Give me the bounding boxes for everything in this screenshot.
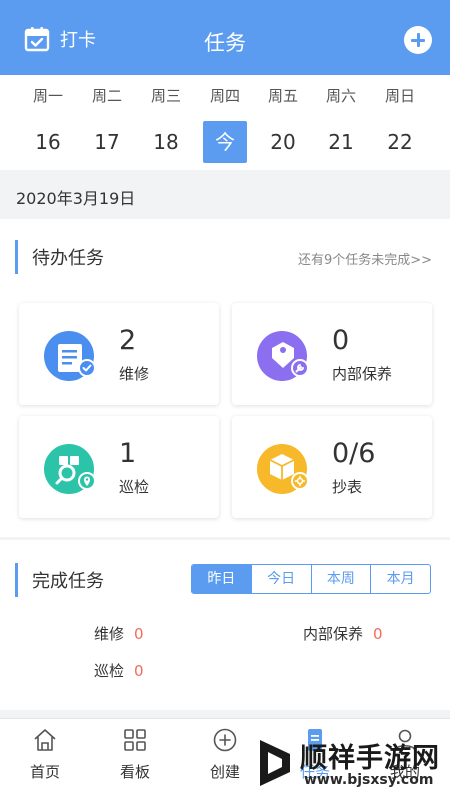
task-card-repair[interactable]: 2 维修	[19, 303, 219, 405]
stat-label: 内部保养	[303, 625, 364, 643]
calendar-day[interactable]: 18	[144, 121, 188, 163]
task-label: 抄表	[332, 478, 363, 496]
task-label: 内部保养	[332, 365, 393, 383]
section-accent-bar	[15, 563, 18, 597]
section-accent-bar	[15, 240, 18, 274]
add-task-button[interactable]	[404, 26, 432, 54]
watermark-overlay: 顺祥手游网 www.bjsxsy.com	[252, 732, 448, 796]
stat-label: 维修	[94, 625, 125, 643]
stat-inspection: 巡检 0	[94, 660, 144, 681]
repair-document-icon	[44, 331, 96, 381]
pending-tasks-section: 待办任务 还有9个任务未完成>> 2 维修 0 内部保养 1 巡检 0/6 抄表	[0, 219, 450, 537]
task-card-inspection[interactable]: 1 巡检	[19, 416, 219, 518]
stat-value: 0	[134, 625, 144, 643]
meter-box-icon	[257, 444, 309, 494]
period-tab-month[interactable]: 本月	[370, 565, 430, 593]
more-tasks-link[interactable]: 还有9个任务未完成>>	[298, 249, 432, 268]
calendar-day[interactable]: 17	[85, 121, 129, 163]
stat-repair: 维修 0	[94, 623, 144, 644]
task-count: 0/6	[332, 438, 376, 469]
calendar-day[interactable]: 20	[261, 121, 305, 163]
grid-icon	[124, 729, 146, 751]
task-card-maintenance[interactable]: 0 内部保养	[232, 303, 432, 405]
calendar-day[interactable]: 21	[319, 121, 363, 163]
calendar-day[interactable]: 16	[26, 121, 70, 163]
calendar-day-today[interactable]: 今	[203, 121, 247, 163]
weekday-label: 周日	[384, 87, 415, 105]
header: 打卡 任务	[0, 0, 450, 75]
stat-value: 0	[134, 662, 144, 680]
period-segmented-control: 昨日 今日 本周 本月	[191, 564, 431, 594]
task-card-meter[interactable]: 0/6 抄表	[232, 416, 432, 518]
page-title: 任务	[204, 31, 246, 55]
selected-date: 2020年3月19日	[16, 189, 136, 208]
stat-label: 巡检	[94, 662, 125, 680]
weekday-label: 周六	[325, 87, 356, 105]
tab-label: 首页	[29, 763, 60, 781]
week-calendar: 周一 16 周二 17 周三 18 周四 今 周五 20 周六 21 周日 22	[0, 75, 450, 170]
plus-circle-icon	[213, 728, 237, 752]
stat-value: 0	[373, 625, 383, 643]
section-title: 待办任务	[32, 248, 104, 269]
home-icon	[34, 729, 56, 751]
watermark-logo-icon	[260, 740, 290, 786]
period-tab-week[interactable]: 本周	[310, 565, 371, 593]
selected-date-bar: 2020年3月19日	[0, 172, 450, 218]
weekday-label: 周五	[267, 87, 298, 105]
period-tab-today[interactable]: 今日	[250, 565, 311, 593]
weekday-label: 周二	[91, 87, 122, 105]
weekday-label: 周三	[150, 87, 181, 105]
period-tab-yesterday[interactable]: 昨日	[192, 565, 251, 593]
completed-tasks-section: 完成任务 昨日 今日 本周 本月 维修 0 内部保养 0 巡检 0	[0, 540, 450, 710]
stat-maintenance: 内部保养 0	[303, 623, 383, 644]
inspection-icon	[44, 444, 96, 494]
weekday-label: 周四	[209, 87, 240, 105]
maintenance-tag-icon	[257, 331, 309, 381]
section-title: 完成任务	[32, 571, 104, 592]
task-count: 0	[332, 325, 350, 356]
task-count: 2	[119, 325, 137, 356]
tab-dashboard[interactable]: 看板	[90, 719, 180, 800]
section-header: 待办任务	[15, 240, 104, 274]
task-label: 维修	[119, 365, 150, 383]
calendar-day[interactable]: 22	[378, 121, 422, 163]
watermark-url: www.bjsxsy.com	[304, 772, 434, 788]
task-label: 巡检	[119, 478, 150, 496]
task-count: 1	[119, 438, 137, 469]
section-header: 完成任务	[15, 563, 104, 597]
weekday-label: 周一	[32, 87, 63, 105]
tab-home[interactable]: 首页	[0, 719, 90, 800]
watermark-name: 顺祥手游网	[300, 743, 440, 774]
tab-label: 看板	[119, 763, 150, 781]
